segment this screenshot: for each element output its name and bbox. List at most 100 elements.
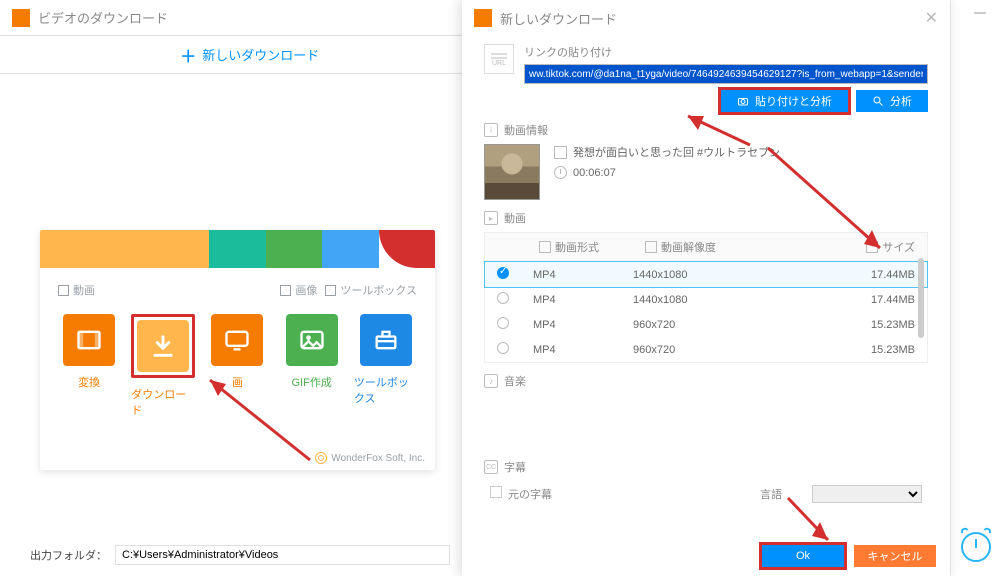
item-download-label: ダウンロード xyxy=(131,386,195,418)
toolbox-icon xyxy=(360,314,412,366)
paste-link-label: リンクの貼り付け xyxy=(524,44,928,60)
subtitle-section: CC 字幕 元の字幕 言語 xyxy=(484,459,928,513)
download-highlight xyxy=(131,314,195,378)
feature-card: 動画 画像 ツールボックス 変換 ダウンロード 画 GIF作成 xyxy=(40,230,435,470)
feature-items: 変換 ダウンロード 画 GIF作成 ツールボックス xyxy=(40,304,435,426)
url-field-wrap: リンクの貼り付け xyxy=(524,44,928,84)
row-format: MP4 xyxy=(533,319,633,331)
label-image: 画像 xyxy=(280,282,317,298)
size-icon xyxy=(866,241,878,253)
clock-icon xyxy=(554,166,567,179)
col-resolution: 動画解像度 xyxy=(645,239,785,255)
row-format: MP4 xyxy=(533,344,633,356)
resolution-icon xyxy=(645,241,657,253)
row-resolution: 960x720 xyxy=(633,319,773,331)
format-row[interactable]: MP41440x108017.44MB xyxy=(485,287,927,312)
url-input[interactable] xyxy=(524,64,928,84)
row-size: 15.23MB xyxy=(773,344,915,356)
item-convert[interactable]: 変換 xyxy=(57,314,121,418)
ok-button[interactable]: Ok xyxy=(762,545,844,567)
cancel-button[interactable]: キャンセル xyxy=(854,545,936,567)
row-resolution: 1440x1080 xyxy=(633,294,773,306)
paste-analyze-button[interactable]: 貼り付けと分析 xyxy=(721,90,848,112)
radio-icon xyxy=(497,342,509,354)
video-duration: 00:06:07 xyxy=(573,167,616,179)
new-download-dialog: 新しいダウンロード ✕ URL リンクの貼り付け 貼り付けと分析 分析 xyxy=(462,0,950,576)
new-download-button[interactable]: ＋ 新しいダウンロード xyxy=(0,36,500,73)
feature-labels: 動画 画像 ツールボックス xyxy=(40,268,435,304)
url-row: URL リンクの貼り付け xyxy=(484,44,928,84)
item-toolbox[interactable]: ツールボックス xyxy=(354,314,418,418)
film-icon: ▸ xyxy=(484,211,498,225)
info-icon: i xyxy=(484,123,498,137)
row-size: 17.44MB xyxy=(773,294,915,306)
video-mini-icon xyxy=(58,285,69,296)
feature-brand: WonderFox Soft, Inc. xyxy=(315,452,425,464)
camera-icon xyxy=(737,95,749,107)
label-toolbox: ツールボックス xyxy=(325,282,417,298)
download-icon xyxy=(137,320,189,372)
dialog-footer: Ok キャンセル xyxy=(462,536,950,576)
video-section-label: ▸ 動画 xyxy=(484,210,928,226)
radio-icon xyxy=(497,317,509,329)
format-table-header: 動画形式 動画解像度 サイズ xyxy=(484,232,928,262)
analyze-button[interactable]: 分析 xyxy=(856,90,928,112)
main-title: ビデオのダウンロード xyxy=(38,8,168,27)
new-download-label: 新しいダウンロード xyxy=(202,45,319,64)
video-info-section-label: i 動画情報 xyxy=(484,122,928,138)
brand-icon xyxy=(315,452,327,464)
video-duration-row: 00:06:07 xyxy=(554,166,928,179)
item-gif[interactable]: GIF作成 xyxy=(280,314,344,418)
subtitle-section-label: CC 字幕 xyxy=(484,459,928,475)
output-folder-label: 出力フォルダ： xyxy=(30,547,107,563)
format-row[interactable]: MP4960x72015.23MB xyxy=(485,312,927,337)
format-icon xyxy=(539,241,551,253)
dialog-app-icon xyxy=(474,9,492,27)
right-sidebar xyxy=(950,0,1000,576)
item-gif-label: GIF作成 xyxy=(291,374,331,390)
item-screen-label: 画 xyxy=(232,374,243,390)
feature-stripe xyxy=(40,230,435,268)
audio-section-label: ♪ 音楽 xyxy=(484,373,928,389)
video-thumbnail xyxy=(484,144,540,200)
plus-icon: ＋ xyxy=(180,43,196,67)
format-rows: MP41440x108017.44MBMP41440x108017.44MBMP… xyxy=(484,262,928,363)
cc-icon: CC xyxy=(484,460,498,474)
video-info: 発想が面白いと思った回 #ウルトラセブン 00:06:07 xyxy=(484,144,928,200)
row-format: MP4 xyxy=(533,294,633,306)
format-row[interactable]: MP41440x108017.44MB xyxy=(485,262,927,287)
radio-icon xyxy=(497,267,509,279)
dialog-title: 新しいダウンロード xyxy=(500,9,617,28)
original-sub-checkbox[interactable]: 元の字幕 xyxy=(490,486,552,502)
screen-icon xyxy=(211,314,263,366)
format-scrollbar[interactable] xyxy=(918,258,924,338)
item-screen[interactable]: 画 xyxy=(205,314,269,418)
minimize-icon[interactable] xyxy=(974,12,986,14)
convert-icon xyxy=(63,314,115,366)
item-convert-label: 変換 xyxy=(78,374,100,390)
app-icon xyxy=(12,9,30,27)
video-meta: 発想が面白いと思った回 #ウルトラセブン 00:06:07 xyxy=(554,144,928,185)
item-download[interactable]: ダウンロード xyxy=(131,314,195,418)
paste-analyze-label: 貼り付けと分析 xyxy=(755,93,832,109)
alarm-button[interactable] xyxy=(961,532,991,562)
url-icon: URL xyxy=(484,44,514,74)
row-size: 15.23MB xyxy=(773,319,915,331)
row-resolution: 1440x1080 xyxy=(633,269,773,281)
subtitle-body: 元の字幕 言語 xyxy=(484,475,928,513)
toolbox-mini-icon xyxy=(325,285,336,296)
analyze-label: 分析 xyxy=(890,93,912,109)
doc-icon xyxy=(554,146,567,159)
dialog-titlebar: 新しいダウンロード ✕ xyxy=(462,0,950,36)
brand-label: WonderFox Soft, Inc. xyxy=(331,453,425,464)
output-folder-input[interactable] xyxy=(115,545,450,565)
video-title: 発想が面白いと思った回 #ウルトラセブン xyxy=(573,144,780,160)
row-size: 17.44MB xyxy=(773,269,915,281)
output-folder-row: 出力フォルダ： xyxy=(30,545,450,565)
col-format: 動画形式 xyxy=(539,239,639,255)
close-icon[interactable]: ✕ xyxy=(925,8,938,28)
image-mini-icon xyxy=(280,285,291,296)
language-select[interactable] xyxy=(812,485,922,503)
video-title-row: 発想が面白いと思った回 #ウルトラセブン xyxy=(554,144,928,160)
format-row[interactable]: MP4960x72015.23MB xyxy=(485,337,927,362)
